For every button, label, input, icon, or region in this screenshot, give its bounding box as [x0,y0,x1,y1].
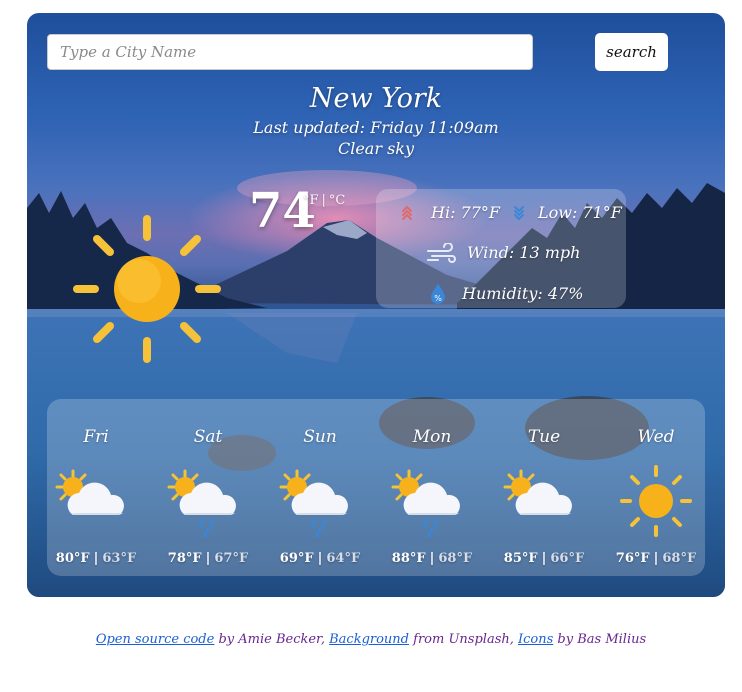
forecast-low-temp: 67°F [214,551,249,566]
forecast-day-label: Sun [303,427,337,447]
sun-icon [73,215,221,363]
icons-link[interactable]: Icons [518,632,553,647]
humidity-drop-icon: % [431,284,445,304]
partly-cloudy-icon [51,465,141,545]
forecast-low-temp: 68°F [662,551,697,566]
fahrenheit-link[interactable]: °F [303,193,319,208]
forecast-temp-separator: | [653,551,659,566]
current-temperature: 74 [249,183,316,239]
wind-icon [427,243,456,263]
forecast-temps: 88°F | 68°F [382,551,482,566]
forecast-temp-separator: | [317,551,323,566]
sun-icon [611,465,701,545]
partly-cloudy-rain-icon [387,465,477,545]
footer-author-text: by Amie Becker, [214,632,330,647]
forecast-temp-separator: | [205,551,211,566]
forecast-temps: 69°F | 64°F [270,551,370,566]
forecast-temps: 80°F | 63°F [46,551,146,566]
weather-description: Clear sky [337,139,415,158]
forecast-high-temp: 78°F [167,551,202,566]
search-button[interactable]: search [595,33,668,71]
forecast-day-label: Tue [527,427,561,447]
humidity-text: Humidity: 47% [462,284,584,303]
unit-toggle: °F | °C [303,193,345,208]
forecast-day-label: Wed [637,427,675,447]
celsius-link[interactable]: °C [329,193,345,208]
forecast-high-temp: 88°F [391,551,426,566]
forecast-temp-separator: | [429,551,435,566]
forecast-day-label: Mon [412,427,452,447]
stats-panel: Hi: 77°F Low: 71°F Wind: 13 mph % Humidi… [376,189,626,308]
svg-text:%: % [434,294,442,303]
city-name: New York [309,83,443,114]
forecast-low-temp: 66°F [550,551,585,566]
low-temp-arrow-icon [514,206,524,221]
forecast-high-temp: 69°F [279,551,314,566]
city-search-input[interactable] [47,34,533,70]
unit-separator: | [321,193,326,208]
open-source-code-link[interactable]: Open source code [96,632,215,647]
forecast-high-temp: 80°F [55,551,90,566]
forecast-temp-separator: | [541,551,547,566]
forecast-low-temp: 68°F [438,551,473,566]
partly-cloudy-icon [499,465,589,545]
partly-cloudy-rain-icon [163,465,253,545]
forecast-day-label: Fri [83,427,109,447]
forecast-panel: Fri 80°F | 63°F Sat 78°F | 67°F Sun 69°F | 64°F Mon 8… [47,399,705,576]
footer-credits: Open source code by Amie Becker, Backgro… [0,632,742,647]
footer-icon-author-text: by Bas Milius [553,632,647,647]
forecast-low-temp: 64°F [326,551,361,566]
last-updated-text: Last updated: Friday 11:09am [253,118,499,137]
forecast-temps: 85°F | 66°F [494,551,594,566]
low-temp-text: Low: 71°F [538,203,622,222]
background-link[interactable]: Background [329,632,409,647]
weather-card: search New York Last updated: Friday 11:… [27,13,725,597]
forecast-low-temp: 63°F [102,551,137,566]
forecast-temp-separator: | [93,551,99,566]
wind-text: Wind: 13 mph [467,243,581,262]
forecast-temps: 78°F | 67°F [158,551,258,566]
high-temp-text: Hi: 77°F [431,203,501,222]
forecast-temps: 76°F | 68°F [606,551,706,566]
partly-cloudy-rain-icon [275,465,365,545]
forecast-day-label: Sat [193,427,223,447]
footer-unsplash-text: from Unsplash, [409,632,518,647]
forecast-high-temp: 85°F [503,551,538,566]
forecast-high-temp: 76°F [615,551,650,566]
high-temp-arrow-icon [402,205,412,220]
